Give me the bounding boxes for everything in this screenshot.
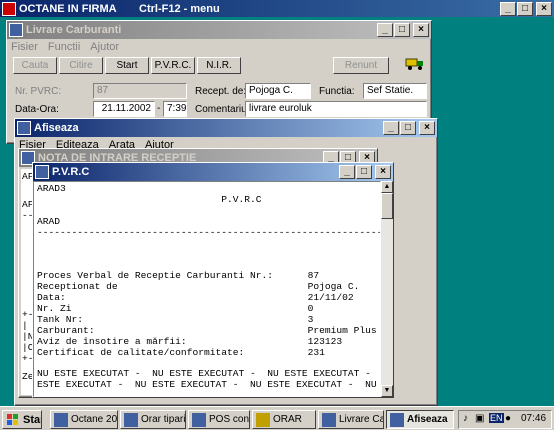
- time-field[interactable]: 7:39: [163, 101, 187, 117]
- task-pos-conectat[interactable]: POS conectat: [188, 410, 250, 429]
- pvrc-text-line: ----------------------------------------…: [37, 226, 380, 238]
- scroll-down-icon[interactable]: ▼: [381, 385, 393, 397]
- main-window-title: OCTANE IN FIRMA: [19, 2, 117, 15]
- pvrc-text-line: [37, 249, 380, 260]
- task-octane[interactable]: Octane 200...: [50, 410, 118, 429]
- data-ora-label: Data-Ora:: [15, 104, 59, 115]
- start-button[interactable]: Start: [2, 410, 42, 429]
- task-label: Octane 200...: [71, 414, 118, 425]
- minimize-icon[interactable]: _: [500, 1, 516, 16]
- renunt-button[interactable]: Renunt: [333, 57, 389, 74]
- task-livrare[interactable]: Livrare Carb...: [318, 410, 384, 429]
- scroll-thumb[interactable]: [381, 193, 393, 219]
- maximize-icon[interactable]: □: [394, 23, 410, 37]
- app-icon: [54, 412, 68, 427]
- app-icon: [256, 412, 270, 427]
- close-icon[interactable]: ×: [419, 121, 435, 135]
- task-label: Afiseaza: [407, 414, 448, 425]
- pvrc-text-line: [37, 206, 380, 217]
- speaker-icon[interactable]: ♪: [463, 413, 468, 424]
- comentariu-field[interactable]: livrare euroluk: [245, 101, 427, 117]
- recept-label: Recept. de:: [195, 86, 247, 97]
- comentariu-label: Comentariu: [195, 104, 247, 115]
- minimize-icon[interactable]: _: [339, 165, 355, 179]
- livrare-menubar: Fisier Functii Ajutor: [7, 39, 431, 55]
- close-icon[interactable]: ×: [413, 23, 429, 37]
- task-afiseaza[interactable]: Afiseaza: [386, 410, 454, 429]
- start-label: Start: [23, 413, 41, 426]
- tray-app-icon[interactable]: ●: [505, 413, 511, 424]
- livrare-title: Livrare Carburanti: [26, 24, 122, 36]
- close-icon[interactable]: ×: [375, 165, 391, 179]
- window-icon: [35, 165, 49, 179]
- taskbar: Start Octane 200... Orar tiparire POS co…: [0, 406, 554, 430]
- minimize-icon[interactable]: _: [377, 23, 393, 37]
- maximize-icon[interactable]: □: [356, 165, 372, 179]
- language-indicator[interactable]: EN: [489, 413, 504, 423]
- pvrc-text-line: ARAD: [37, 215, 61, 227]
- windows-logo-icon: [6, 413, 20, 427]
- menu-hint: Ctrl-F12 - menu: [139, 2, 220, 15]
- window-icon: [17, 121, 31, 135]
- task-label: Orar tiparire: [141, 414, 186, 425]
- pvrc-text-line: [37, 239, 380, 250]
- pvrc-titlebar[interactable]: P.V.R.C _ □ ×: [33, 163, 393, 181]
- pvrc-window: P.V.R.C _ □ × ARAD3 P.V.R.C ARAD --------…: [32, 162, 394, 398]
- task-orar[interactable]: ORAR: [252, 410, 316, 429]
- citire-button[interactable]: Citire: [59, 57, 103, 74]
- task-orar-tiparire[interactable]: Orar tiparire: [120, 410, 186, 429]
- close-icon[interactable]: ×: [536, 1, 552, 16]
- pvrc-title: P.V.R.C: [52, 166, 90, 178]
- recept-field[interactable]: Pojoga C.: [245, 83, 311, 99]
- pvrc-text-line: Aviz de însotire a mărfii: 123123: [37, 335, 343, 347]
- afiseaza-titlebar[interactable]: Afiseaza _ □ ×: [15, 119, 437, 137]
- app-icon: [390, 412, 404, 427]
- network-icon[interactable]: ▣: [475, 413, 484, 424]
- date-time-separator: -: [157, 103, 161, 114]
- app-icon: [2, 1, 16, 16]
- task-label: Livrare Carb...: [339, 414, 383, 425]
- nir-button[interactable]: N.I.R.: [197, 57, 241, 74]
- nr-pvrc-label: Nr. PVRC:: [15, 86, 62, 97]
- main-window-titlebar[interactable]: OCTANE IN FIRMA Ctrl-F12 - menu _ □ ×: [0, 0, 554, 17]
- maximize-icon[interactable]: □: [400, 121, 416, 135]
- livrare-titlebar[interactable]: Livrare Carburanti _ □ ×: [7, 21, 431, 39]
- task-label: ORAR: [273, 414, 302, 425]
- truck-icon: [405, 55, 425, 73]
- system-tray: ♪ ▣ EN ● 07:46: [458, 410, 552, 429]
- nota-text-line: |: [22, 320, 28, 331]
- app-icon: [124, 412, 138, 427]
- vertical-scrollbar[interactable]: ▲ ▼: [381, 181, 393, 397]
- afiseaza-title: Afiseaza: [34, 122, 79, 134]
- clock: 07:46: [521, 413, 547, 424]
- pvrc-text-line: ESTE EXECUTAT - NU ESTE EXECUTAT - NU ES…: [37, 379, 381, 391]
- date-field[interactable]: 21.11.2002: [93, 101, 155, 117]
- functia-label: Functia:: [319, 86, 355, 97]
- pvrc-text-line: Certificat de calitate/conformitate: 231: [37, 346, 325, 358]
- menu-functii[interactable]: Functii: [48, 41, 80, 53]
- functia-field[interactable]: Sef Statie.: [363, 83, 427, 99]
- menu-ajutor[interactable]: Ajutor: [90, 41, 119, 53]
- pvrc-text-line: P.V.R.C: [37, 193, 262, 205]
- window-icon: [9, 23, 23, 37]
- scroll-up-icon[interactable]: ▲: [381, 181, 393, 193]
- start-button[interactable]: Start: [105, 57, 149, 74]
- app-icon: [192, 412, 206, 427]
- menu-fisier[interactable]: Fisier: [11, 41, 38, 53]
- pvrc-document[interactable]: ARAD3 P.V.R.C ARAD ----------------------…: [33, 181, 381, 397]
- app-icon: [322, 412, 336, 427]
- cauta-button[interactable]: Cauta: [13, 57, 57, 74]
- pvrc-button[interactable]: P.V.R.C.: [151, 57, 195, 74]
- maximize-icon[interactable]: □: [517, 1, 533, 16]
- minimize-icon[interactable]: _: [383, 121, 399, 135]
- nr-pvrc-field[interactable]: 87: [93, 83, 187, 99]
- task-label: POS conectat: [209, 414, 250, 425]
